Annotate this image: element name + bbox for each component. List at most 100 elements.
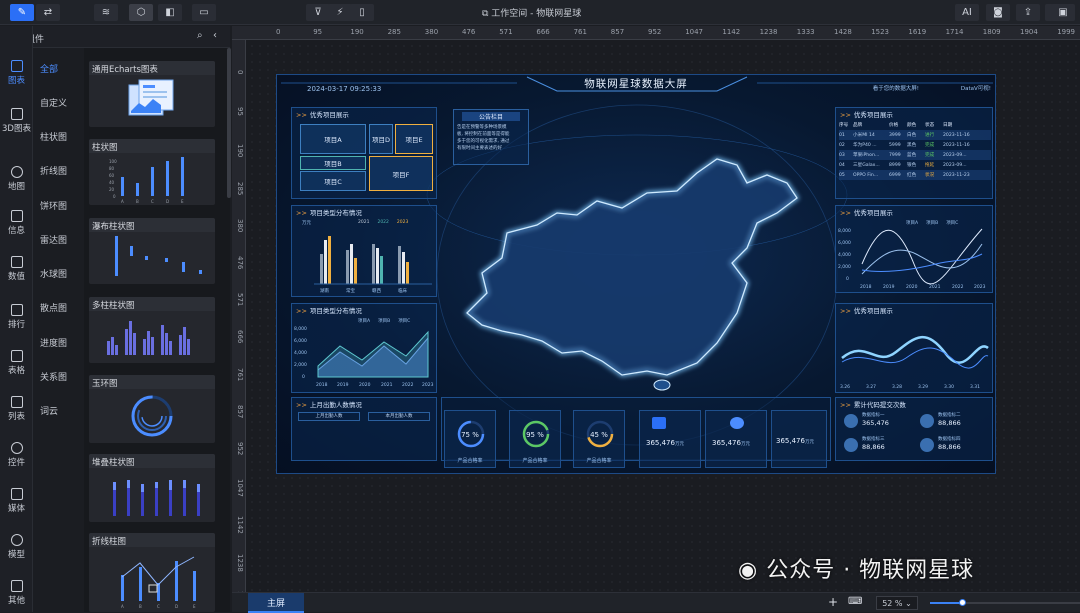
project-tile[interactable]: 项目E	[395, 124, 433, 154]
zoom-select[interactable]: 52 % ⌄	[876, 596, 918, 610]
category-media[interactable]: 媒体	[0, 488, 33, 514]
bar-chart-icon	[10, 60, 23, 72]
panel-scrollbar[interactable]	[227, 48, 231, 198]
tab-main-screen[interactable]: 主屏	[248, 593, 304, 613]
category-map[interactable]: 地图	[0, 166, 33, 192]
map-icon	[10, 166, 23, 178]
gauge-value: 45 %	[590, 431, 608, 439]
project-tile[interactable]: 项目D	[369, 124, 393, 154]
camera-icon[interactable]: ◙	[986, 4, 1010, 21]
category-number[interactable]: 数值	[0, 256, 33, 282]
add-icon[interactable]: +	[828, 595, 838, 609]
card-title: 玉环图	[89, 375, 215, 389]
ruler-tick-label: 666	[236, 330, 244, 344]
tick-label: 2,000	[838, 264, 851, 270]
briefcase-icon[interactable]: ▭	[192, 4, 216, 21]
table-row[interactable]: 02 华为P40 ... 5999 黑色 完成 2023-11-16	[839, 140, 991, 150]
mobile-icon[interactable]: ▯	[350, 4, 374, 21]
ruler-vertical: 0 95 190 285 380 476 571 666 761 857 952 1047 1142 12…	[232, 40, 246, 592]
ruler-tick-label: 0	[276, 28, 281, 36]
wave-chart-panel: >> 优秀项目展示 3.26 3.27 3.28 3.29 3.30 3.31	[835, 303, 993, 393]
category-info[interactable]: 信息	[0, 210, 33, 236]
ruler-tick-label: 1428	[834, 28, 852, 36]
component-card[interactable]: 通用Echarts图表	[89, 61, 215, 127]
category-sidebar: 图表 3D图表 地图 信息 数值 排行 表格 列表 控件 媒体 模型 其他	[0, 26, 33, 612]
category-model[interactable]: 模型	[0, 534, 33, 560]
gauge-value: 75 %	[461, 431, 479, 439]
subcategory-item[interactable]: 折线图	[40, 164, 67, 177]
axis-label: 3.31	[970, 384, 980, 390]
this-month-button[interactable]: 本月出勤人数	[368, 412, 430, 421]
component-card[interactable]: 折线柱图 A B C D E	[89, 533, 215, 612]
category-list[interactable]: 列表	[0, 396, 33, 422]
subcategory-item[interactable]: 柱状图	[40, 130, 67, 143]
project-tile[interactable]: 项目F	[369, 156, 433, 191]
panel-title: >> 上月出勤人数情况	[296, 401, 362, 409]
stat-item: 数据指标一 365,476	[844, 412, 914, 434]
category-3d-chart[interactable]: 3D图表	[0, 108, 33, 134]
subcategory-item[interactable]: 进度图	[40, 336, 67, 349]
subcategory-item[interactable]: 散点图	[40, 301, 67, 314]
ruler-tick-label: 1904	[1020, 28, 1038, 36]
notice-line: 告是在预警等多种场景模	[457, 125, 507, 130]
component-card[interactable]: 玉环图	[89, 375, 215, 443]
magic-icon[interactable]: ⚡	[328, 4, 352, 21]
subcategory-list: 全部 自定义 柱状图 折线图 饼环图 雷达图 水球图 散点图 进度图 关系图 词…	[33, 48, 83, 612]
panel-title: >> 优秀项目展示	[840, 307, 893, 315]
component-card[interactable]: 堆叠柱状图	[89, 454, 215, 522]
category-rank[interactable]: 排行	[0, 304, 33, 330]
category-other[interactable]: 其他	[0, 580, 33, 606]
cube-icon[interactable]: ⬡	[129, 4, 153, 21]
monitor-icon[interactable]: ▣	[1051, 4, 1075, 21]
subcategory-item[interactable]: 雷达图	[40, 233, 67, 246]
kpi-value: 365,476	[776, 437, 805, 445]
subcategory-item[interactable]: 饼环图	[40, 199, 67, 212]
ruler-tick-label: 1142	[722, 28, 741, 36]
table-row[interactable]: 01 小米MI 14 3999 白色 进行 2023-11-16	[839, 130, 991, 140]
bar	[115, 236, 118, 276]
panel-icon[interactable]: ◧	[158, 4, 182, 21]
table-row[interactable]: 04 三星Galax... 8999 银色 拖延 2023-09...	[839, 160, 991, 170]
category-control[interactable]: 控件	[0, 442, 33, 468]
project-tile[interactable]: 项目A	[300, 124, 366, 154]
stats-panel: >> 累计代码提交次数 数据指标一 365,476 数据指标二 88,866 数据…	[835, 397, 993, 461]
last-month-button[interactable]: 上月出勤人数	[298, 412, 360, 421]
axis-label: C	[151, 199, 154, 204]
upload-icon[interactable]: ⇪	[1016, 4, 1040, 21]
dashboard-screen[interactable]: 物联网星球数据大屏 2024-03-17 09:25:33 看于您的数据大屏! …	[276, 74, 996, 474]
category-chart[interactable]: 图表	[0, 60, 33, 86]
card-title: 堆叠柱状图	[89, 454, 215, 468]
project-tile[interactable]: 项目C	[300, 171, 366, 191]
category-table[interactable]: 表格	[0, 350, 33, 376]
collapse-icon[interactable]: ‹	[213, 30, 217, 41]
table-row[interactable]: 05 OPPO Fin... 6999 红色 状况 2023-11-23	[839, 170, 991, 180]
ai-icon[interactable]: AI	[955, 4, 979, 21]
project-tile[interactable]: 项目B	[300, 156, 366, 170]
axis-label: 2019	[337, 382, 349, 388]
layers-icon[interactable]: ≋	[94, 4, 118, 21]
axis-label: 2023	[422, 382, 434, 388]
ruler-tick-label: 190	[236, 144, 244, 158]
component-card[interactable]: 多柱柱状图	[89, 297, 215, 363]
subcategory-item[interactable]: 词云	[40, 404, 58, 417]
component-card[interactable]: 柱状图 100 80 60 40 20 0 A B C D E	[89, 139, 215, 205]
subcategory-item[interactable]: 水球图	[40, 267, 67, 280]
axis-label: 2018	[860, 284, 872, 290]
top-toolbar: ✎ ⇄ ≋ ⬡ ◧ ▭ ⊽ ⚡ ▯ ⧉ 工作空间 - 物联网星球 AI ◙ ⇪ …	[0, 0, 1080, 25]
slider-handle[interactable]	[959, 599, 966, 606]
preview-icon[interactable]: ⇄	[36, 4, 60, 21]
edit-icon[interactable]: ✎	[10, 4, 34, 21]
axis-label: 2021	[929, 284, 941, 290]
keyboard-icon[interactable]: ⌨	[848, 596, 862, 607]
table-row[interactable]: 03 苹果iPhon... 7999 蓝色 完成 2023-09...	[839, 150, 991, 160]
filter-icon[interactable]: ⊽	[306, 4, 330, 21]
rank-icon	[10, 304, 23, 316]
search-icon[interactable]: ⌕	[197, 30, 203, 41]
subcategory-item[interactable]: 自定义	[40, 96, 67, 109]
subcategory-item[interactable]: 关系图	[40, 370, 67, 383]
ruler-tick-label: 571	[499, 28, 513, 36]
component-card[interactable]: 瀑布柱状图	[89, 218, 215, 284]
zoom-slider[interactable]	[930, 599, 1080, 606]
subcategory-item[interactable]: 全部	[40, 62, 58, 75]
ruler-tick-label: 285	[236, 181, 244, 195]
